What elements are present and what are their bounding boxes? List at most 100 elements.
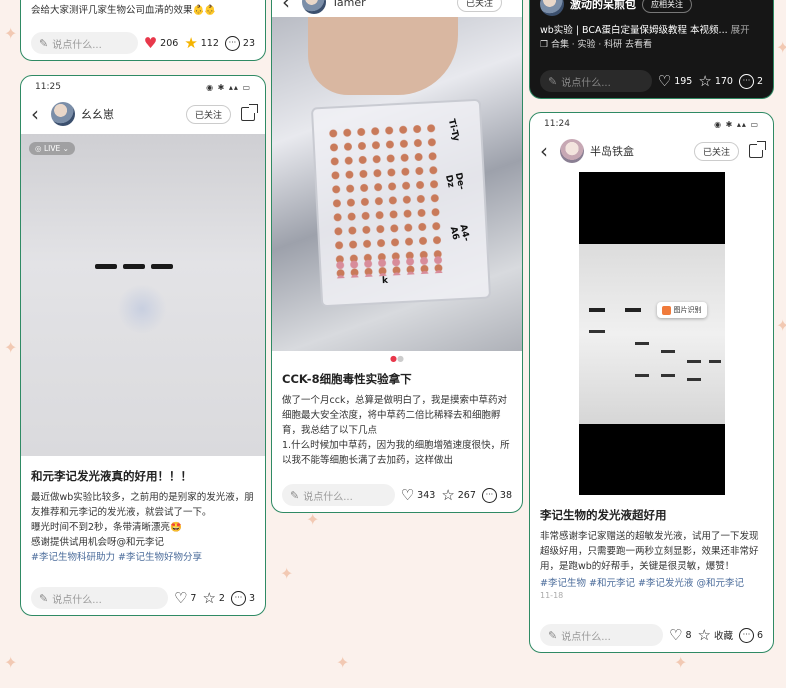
comment-icon: ··· <box>230 590 246 606</box>
status-icons: ◉ ✱ ▴▴ ▭ <box>206 82 251 92</box>
post-text: 会给大家测评几家生物公司血清的效果👶👶 <box>31 5 217 16</box>
sparkle-icon: ✦ <box>280 564 294 583</box>
like-button[interactable]: ♡ 343 <box>401 487 436 503</box>
status-bar: 11:24 ◉ ✱ ▴▴ ▭ <box>530 113 773 135</box>
post-title: 和元李记发光液真的好用！！！ <box>31 469 192 483</box>
post-date: 11-18 <box>540 591 564 600</box>
avatar[interactable] <box>302 0 326 14</box>
collect-button[interactable]: ☆ 170 <box>698 71 733 90</box>
post-body-line: 最近做wb实验比较多，之前用的是别家的发光液，朋友推荐和元李记的发光液，就尝试了… <box>31 492 254 518</box>
action-bar: ✎ 说点什么... ♡ 8 ☆ 收藏 ··· 6 <box>530 618 773 652</box>
expand-link[interactable]: 展开 <box>731 25 750 36</box>
avatar[interactable] <box>51 102 75 126</box>
comment-button[interactable]: ··· 3 <box>230 590 255 606</box>
like-button[interactable]: ♥ 206 <box>143 33 179 52</box>
star-icon: ★ <box>184 33 198 52</box>
post-card-2: ‹ Tamer 已关注 Ti-Ty De-Dz A4-A6 k ●● CCK-8… <box>271 0 523 513</box>
blot-band <box>660 374 675 377</box>
back-arrow-icon[interactable]: ‹ <box>282 0 298 14</box>
author-name[interactable]: 半岛铁盒 <box>590 143 694 159</box>
comment-button[interactable]: ··· 38 <box>481 487 512 503</box>
comment-input[interactable]: ✎ 说点什么... <box>540 624 663 646</box>
live-badge[interactable]: ◎ LIVE ⌄ <box>29 142 75 155</box>
comment-icon: ··· <box>224 35 240 51</box>
sparkle-icon: ✦ <box>776 316 786 335</box>
post-header: 激动的呆煎包 应相关注 <box>530 0 773 19</box>
post-card-1: 11:25 ◉ ✱ ▴▴ ▭ ‹ 幺幺崽 已关注 ◎ LIVE ⌄ 和元李记发光… <box>20 75 266 616</box>
post-photo[interactable]: Ti-Ty De-Dz A4-A6 k <box>272 17 522 351</box>
comment-icon: ··· <box>481 487 497 503</box>
pencil-icon: ✎ <box>548 74 558 88</box>
avatar[interactable] <box>540 0 564 16</box>
follow-button[interactable]: 已关注 <box>693 141 739 161</box>
comment-input[interactable]: ✎ 说点什么... <box>31 32 138 54</box>
post-photo[interactable]: 图片识别 <box>578 172 725 495</box>
star-icon: ☆ <box>698 71 712 90</box>
blot-band <box>123 264 145 269</box>
heart-icon: ♥ <box>143 33 158 52</box>
author-name[interactable]: Tamer <box>332 0 457 9</box>
post-card-top-right: 激动的呆煎包 应相关注 wb实验 | BCA蛋白定量保姆级教程 本视频... 展… <box>529 0 774 99</box>
author-name[interactable]: 激动的呆煎包 <box>570 0 636 12</box>
action-bar: ✎ 说点什么... ♡ 343 ☆ 267 ··· 38 <box>272 478 522 512</box>
image-recognition-button[interactable]: 图片识别 <box>656 302 707 318</box>
post-card-top-left: 会给大家测评几家生物公司血清的效果👶👶 ✎ 说点什么... ♥ 206 ★ 112 ·… <box>20 0 266 61</box>
comment-input[interactable]: ✎ 说点什么... <box>540 70 652 92</box>
action-bar: ✎ 说点什么... ♡ 7 ☆ 2 ··· 3 <box>21 581 265 615</box>
author-name[interactable]: 幺幺崽 <box>81 106 186 122</box>
plate-label: k <box>381 275 389 287</box>
video-caption: wb实验 | BCA蛋白定量保姆级教程 本视频... 展开 <box>540 25 750 36</box>
status-time: 11:25 <box>35 82 61 92</box>
blot-band <box>588 330 605 333</box>
follow-button[interactable]: 应相关注 <box>642 0 692 13</box>
comment-button[interactable]: ··· 23 <box>224 35 255 51</box>
collection-icon: ❐ <box>540 40 551 50</box>
back-arrow-icon[interactable]: ‹ <box>31 102 47 126</box>
comment-button[interactable]: ··· 6 <box>738 627 763 643</box>
sparkle-icon: ✦ <box>4 338 18 357</box>
follow-button[interactable]: 已关注 <box>456 0 502 12</box>
star-icon: ☆ <box>202 588 216 607</box>
sparkle-icon: ✦ <box>306 510 320 529</box>
collect-button[interactable]: ☆ 收藏 <box>697 625 732 644</box>
collect-button[interactable]: ★ 112 <box>184 33 219 52</box>
post-header: ‹ 半岛铁盒 已关注 <box>530 135 773 167</box>
comment-input[interactable]: ✎ 说点什么... <box>282 484 395 506</box>
plate-label: Ti-Ty <box>445 118 461 143</box>
pencil-icon: ✎ <box>548 628 558 642</box>
collect-button[interactable]: ☆ 267 <box>441 487 476 503</box>
post-title: 李记生物的发光液超好用 <box>540 508 667 522</box>
pencil-icon: ✎ <box>39 591 49 605</box>
collect-button[interactable]: ☆ 2 <box>202 588 225 607</box>
post-photo[interactable]: ◎ LIVE ⌄ <box>21 134 265 456</box>
collection-link[interactable]: ❐ 合集 · 实验 · 科研 去看看 <box>530 38 773 53</box>
blot-band <box>634 342 649 345</box>
blot-band <box>588 308 605 312</box>
avatar[interactable] <box>560 139 584 163</box>
blot-band <box>686 360 701 363</box>
share-icon[interactable] <box>241 104 258 121</box>
blot-band <box>660 350 675 353</box>
like-button[interactable]: ♡ 195 <box>658 73 693 89</box>
post-tags[interactable]: #李记生物 #和元李记 #李记发光液 @和元李记 <box>530 576 773 591</box>
heart-icon: ♡ <box>668 625 683 644</box>
comment-input[interactable]: ✎ 说点什么... <box>31 587 168 609</box>
follow-button[interactable]: 已关注 <box>185 104 231 124</box>
back-arrow-icon[interactable]: ‹ <box>540 139 556 163</box>
blot-band <box>634 374 649 377</box>
post-tags[interactable]: #李记生物科研助力 #李记生物好物分享 <box>21 550 265 565</box>
pencil-icon: ✎ <box>290 488 300 502</box>
blot-film <box>578 244 725 424</box>
like-button[interactable]: ♡ 8 <box>668 625 692 644</box>
status-time: 11:24 <box>544 119 570 129</box>
plate-label: De-Dz <box>442 171 467 191</box>
action-bar: ✎ 说点什么... ♡ 195 ☆ 170 ··· 2 <box>530 64 773 98</box>
post-header: ‹ Tamer 已关注 <box>272 0 522 17</box>
star-icon: ☆ <box>697 625 711 644</box>
post-body-line: 非常感谢李记家赠送的超敏发光液，试用了一下发现超级好用，只需要跑一两秒立刻显影，… <box>540 531 759 572</box>
like-button[interactable]: ♡ 7 <box>174 590 197 606</box>
share-icon[interactable] <box>749 141 766 158</box>
comment-button[interactable]: ··· 2 <box>738 73 763 89</box>
blot-band <box>624 308 641 312</box>
status-bar: 11:25 ◉ ✱ ▴▴ ▭ <box>21 76 265 98</box>
